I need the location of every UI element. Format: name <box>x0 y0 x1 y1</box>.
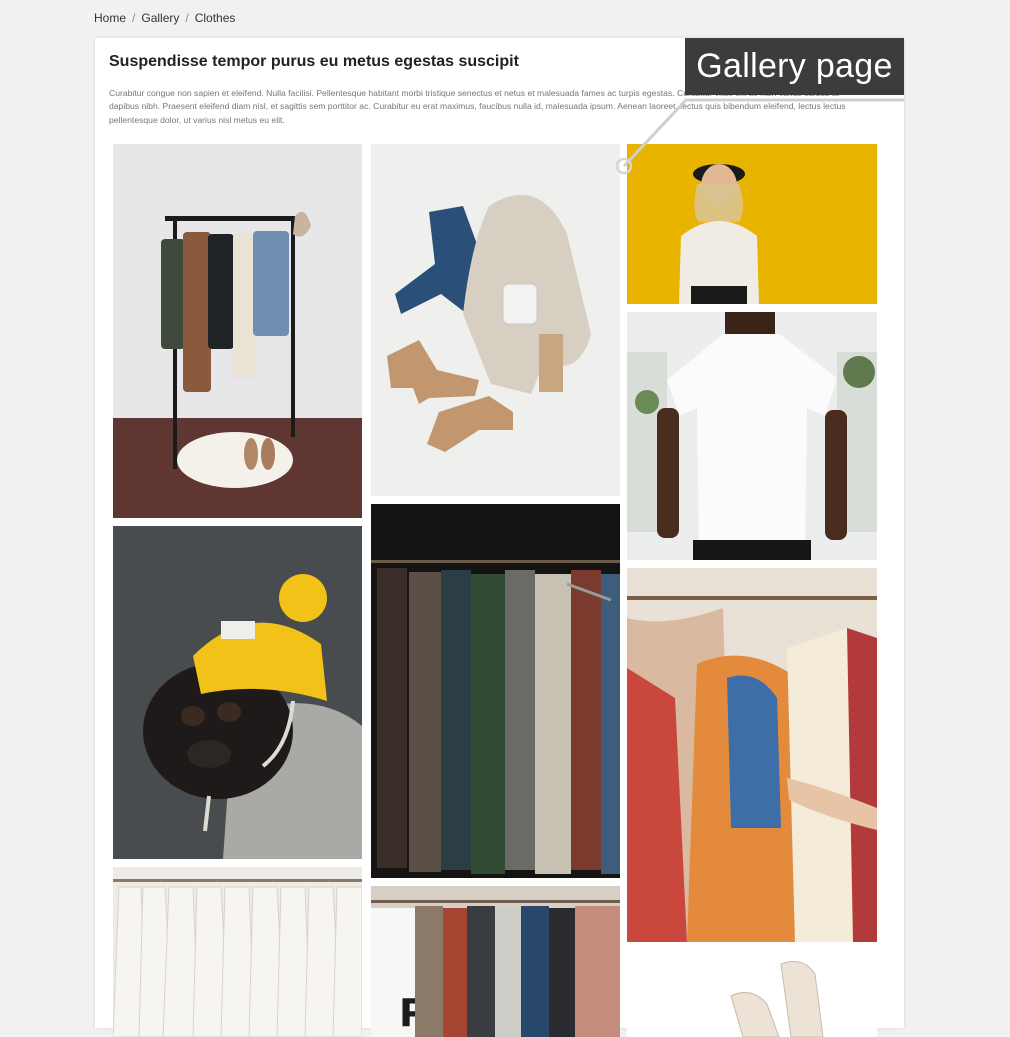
gallery-image-man-white-tshirt[interactable] <box>627 312 877 560</box>
gallery-image-colorful-dresses[interactable] <box>627 568 877 942</box>
gallery-image-woman-yellow-wall[interactable] <box>627 144 877 304</box>
gallery-image-pug-in-beanie[interactable] <box>113 526 362 859</box>
gallery-card: Suspendisse tempor purus eu metus egesta… <box>95 38 904 1037</box>
breadcrumb-home-link[interactable]: Home <box>94 11 126 25</box>
breadcrumb-separator: / <box>132 11 136 25</box>
gallery-image-sandals[interactable] <box>627 950 877 1037</box>
breadcrumb-separator: / <box>185 11 189 25</box>
breadcrumb-gallery-link[interactable]: Gallery <box>141 11 179 25</box>
breadcrumb: Home / Gallery / Clothes <box>94 11 235 25</box>
page-title: Suspendisse tempor purus eu metus egesta… <box>109 53 519 70</box>
gallery-image-flatlay-outfit[interactable] <box>371 144 620 496</box>
gallery-image-white-dresses[interactable] <box>113 867 362 1037</box>
gallery-image-closet-shirts[interactable] <box>371 504 620 878</box>
breadcrumb-current: Clothes <box>194 11 236 25</box>
gallery-image-clothing-rack[interactable] <box>113 144 362 518</box>
gallery-image-tshirt-rack[interactable]: P <box>371 886 620 1037</box>
gallery-page-callout: Gallery page <box>685 38 904 95</box>
